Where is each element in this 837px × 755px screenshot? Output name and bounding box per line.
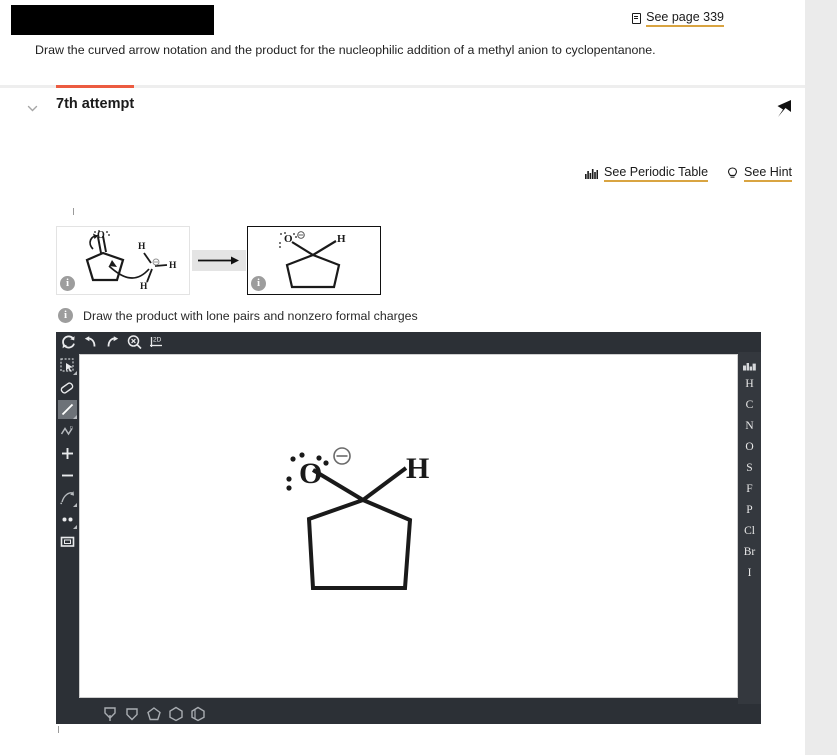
single-bond-icon[interactable] [58, 400, 77, 419]
reaction-arrow [192, 250, 246, 271]
cyclopropane-template-icon[interactable] [101, 705, 119, 723]
lightbulb-icon [727, 166, 738, 178]
chevron-down-icon[interactable] [26, 102, 39, 115]
chain-icon[interactable]: n [58, 422, 77, 441]
layout-tick-top [73, 208, 74, 215]
tool-links: See Periodic Table See Hint [585, 165, 792, 182]
product-info-icon[interactable]: i [251, 276, 266, 291]
periodic-table-icon [585, 169, 599, 179]
element-button-cl[interactable]: Cl [738, 521, 761, 542]
svg-text:O: O [299, 457, 322, 490]
select-marquee-icon[interactable] [58, 356, 77, 375]
element-button-n[interactable]: N [738, 416, 761, 437]
layout-tick-bottom [58, 726, 59, 733]
pin-icon[interactable] [771, 98, 799, 124]
element-button-f[interactable]: F [738, 479, 761, 500]
progress-fill [56, 85, 134, 88]
eraser-icon[interactable] [58, 378, 77, 397]
instruction-info-icon[interactable]: i [58, 308, 73, 323]
cyclobutane-template-icon[interactable] [123, 705, 141, 723]
app-root: See page 339 Draw the curved arrow notat… [0, 0, 837, 755]
element-button-h[interactable]: H [738, 374, 761, 395]
reactant-info-icon[interactable]: i [60, 276, 75, 291]
tool-expand-corner [73, 371, 77, 375]
svg-text:H: H [138, 242, 146, 252]
svg-text:H: H [140, 282, 148, 292]
product-structure-box[interactable]: O H i [247, 226, 381, 295]
tool-expand-corner [73, 503, 77, 507]
see-periodic-table-link[interactable]: See Periodic Table [585, 165, 709, 182]
editor-side-toolbar: n [56, 352, 79, 704]
attempt-title: 7th attempt [56, 96, 135, 112]
reaction-arrow-icon [198, 256, 239, 265]
see-page-label: See page 339 [646, 10, 724, 27]
svg-text:n: n [70, 425, 73, 431]
periodic-table-icon[interactable] [743, 358, 756, 371]
tool-expand-corner [73, 525, 77, 529]
instruction-text: Draw the product with lone pairs and non… [83, 308, 418, 323]
undo-icon[interactable] [82, 334, 99, 351]
svg-text:2D: 2D [153, 337, 162, 344]
product-structure-drawing: O H [279, 231, 346, 289]
see-hint-label: See Hint [744, 165, 792, 182]
molecule-editor: 2D n O H H C N O S F P Cl Br I [56, 332, 761, 724]
svg-text:O: O [97, 230, 105, 241]
canvas-molecule-drawing: O H [286, 447, 429, 590]
redo-icon[interactable] [104, 334, 121, 351]
cyclohexane-template-icon[interactable] [167, 705, 185, 723]
element-button-i[interactable]: I [738, 563, 761, 584]
see-periodic-table-label: See Periodic Table [604, 165, 709, 182]
lone-pair-icon[interactable] [58, 510, 77, 529]
curved-arrow-icon[interactable] [58, 488, 77, 507]
reset-icon[interactable] [60, 334, 77, 351]
redacted-title-bar [11, 5, 214, 35]
book-icon [632, 13, 642, 24]
attempt-header: 7th attempt [0, 96, 805, 124]
instruction-row: i Draw the product with lone pairs and n… [58, 308, 418, 323]
element-button-p[interactable]: P [738, 500, 761, 521]
see-page-link[interactable]: See page 339 [632, 10, 724, 27]
element-button-s[interactable]: S [738, 458, 761, 479]
increase-charge-icon[interactable] [58, 444, 77, 463]
svg-text:H: H [406, 452, 429, 485]
element-button-c[interactable]: C [738, 395, 761, 416]
drawing-canvas[interactable]: O H [79, 354, 738, 698]
see-hint-link[interactable]: See Hint [727, 165, 792, 182]
element-button-br[interactable]: Br [738, 542, 761, 563]
cyclopentane-template-icon[interactable] [145, 705, 163, 723]
two-d-icon[interactable]: 2D [148, 334, 165, 351]
editor-element-palette: H C N O S F P Cl Br I [738, 352, 761, 704]
benzene-template-icon[interactable] [189, 705, 207, 723]
reactant-structure-box[interactable]: O H H H i [56, 226, 190, 295]
rectangle-select-icon[interactable] [58, 532, 77, 551]
erase-zoom-icon[interactable] [126, 334, 143, 351]
element-button-o[interactable]: O [738, 437, 761, 458]
reactant-structure-drawing: O H H H [85, 230, 177, 292]
editor-top-toolbar: 2D [56, 332, 761, 352]
svg-text:H: H [169, 261, 177, 271]
right-gutter [805, 0, 837, 755]
question-prompt: Draw the curved arrow notation and the p… [35, 43, 656, 57]
decrease-charge-icon[interactable] [58, 466, 77, 485]
svg-text:O: O [284, 233, 293, 245]
svg-text:H: H [337, 233, 346, 245]
tool-expand-corner [73, 415, 77, 419]
editor-template-bar [79, 704, 738, 724]
